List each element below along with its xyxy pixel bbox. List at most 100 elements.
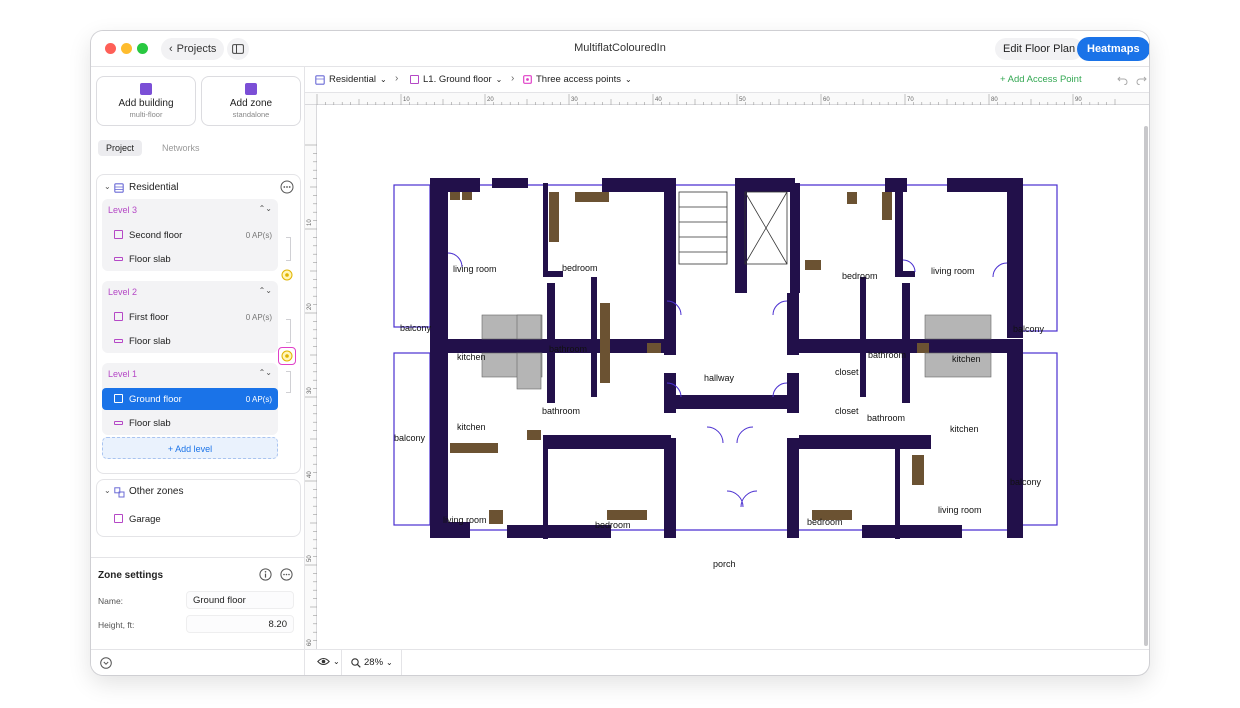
room-label: balcony bbox=[1010, 477, 1042, 487]
ruler-label: 40 bbox=[307, 471, 313, 478]
zone-item-garage[interactable]: Garage bbox=[102, 508, 278, 530]
room-label: bedroom bbox=[842, 271, 878, 281]
floor-icon bbox=[114, 394, 123, 403]
room-label: kitchen bbox=[457, 352, 486, 362]
level-connector bbox=[286, 319, 291, 343]
level-title: Level 2 bbox=[108, 287, 138, 297]
vertical-ruler: 10 20 30 40 50 60 bbox=[305, 105, 317, 649]
floor-plan-canvas[interactable]: living room bedroom bedroom living room … bbox=[317, 105, 1149, 649]
vertical-scrollbar[interactable] bbox=[1144, 126, 1148, 646]
residential-building-card: ⌄ Residential Level 3 ⌃⌄ Second floor 0 … bbox=[96, 174, 301, 474]
ruler-label: 10 bbox=[403, 97, 410, 103]
room-label: bedroom bbox=[562, 263, 598, 273]
add-zone-button[interactable]: Add zone standalone bbox=[201, 76, 301, 126]
zoom-menu-button[interactable]: 28% ⌄ bbox=[351, 657, 393, 668]
building-icon bbox=[114, 183, 124, 193]
info-icon[interactable] bbox=[259, 568, 272, 581]
ruler-label: 90 bbox=[1075, 97, 1082, 103]
building-icon bbox=[140, 83, 152, 95]
floor-icon bbox=[114, 312, 123, 321]
more-options-icon[interactable] bbox=[280, 180, 294, 194]
sidebar-footer bbox=[91, 649, 305, 675]
horizontal-ruler: 10 20 30 40 50 60 70 80 90 bbox=[305, 93, 1149, 106]
name-label: Name: bbox=[98, 596, 124, 606]
level-item-floor-slab[interactable]: Floor slab bbox=[102, 412, 278, 434]
zone-icon bbox=[114, 514, 123, 523]
tab-networks[interactable]: Networks bbox=[154, 140, 208, 156]
room-label: living room bbox=[443, 515, 487, 525]
add-access-point-button[interactable]: + Add Access Point bbox=[1000, 74, 1082, 85]
zone-settings-panel: Zone settings Name: Ground floor Height,… bbox=[91, 557, 305, 641]
chevron-down-icon[interactable]: ⌄ bbox=[104, 486, 111, 495]
zone-height-field[interactable]: 8.20 bbox=[186, 615, 294, 633]
edit-floor-plan-button[interactable]: Edit Floor Plan bbox=[995, 38, 1084, 60]
level-title: Level 1 bbox=[108, 369, 138, 379]
ruler-label: 60 bbox=[823, 97, 830, 103]
breadcrumb-separator-icon: › bbox=[395, 73, 399, 84]
level-connector bbox=[286, 237, 291, 261]
breadcrumb-scenario[interactable]: Three access points ⌄ bbox=[523, 74, 632, 85]
undo-icon[interactable] bbox=[1117, 75, 1128, 85]
room-label: balcony bbox=[1013, 324, 1045, 334]
sidebar: Add building multi-floor Add zone standa… bbox=[91, 67, 305, 675]
reorder-icon[interactable]: ⌃⌄ bbox=[259, 286, 272, 295]
add-level-button[interactable]: + Add level bbox=[102, 437, 278, 459]
ruler-label: 30 bbox=[307, 387, 313, 394]
room-label: porch bbox=[713, 559, 736, 569]
room-label: hallway bbox=[704, 373, 735, 383]
access-point-icon bbox=[523, 75, 532, 84]
level-item-floor-slab[interactable]: Floor slab bbox=[102, 248, 278, 270]
room-label: living room bbox=[931, 266, 975, 276]
reorder-icon[interactable]: ⌃⌄ bbox=[259, 204, 272, 213]
add-building-button[interactable]: Add building multi-floor bbox=[96, 76, 196, 126]
room-label: living room bbox=[453, 264, 497, 274]
room-label: balcony bbox=[394, 433, 426, 443]
stairs-marker-icon bbox=[281, 350, 293, 362]
chevron-down-icon: ⌄ bbox=[380, 75, 387, 84]
room-label: kitchen bbox=[952, 354, 981, 364]
level-item-first-floor[interactable]: First floor 0 AP(s) bbox=[102, 306, 278, 328]
more-options-icon[interactable] bbox=[280, 568, 293, 581]
heatmaps-button[interactable]: Heatmaps › bbox=[1077, 37, 1149, 79]
redo-icon[interactable] bbox=[1136, 75, 1147, 85]
ruler-label: 20 bbox=[307, 303, 313, 310]
room-label: closet bbox=[835, 406, 859, 416]
chevron-down-icon: ⌄ bbox=[495, 75, 503, 84]
room-label: bathroom bbox=[867, 413, 905, 423]
tab-project[interactable]: Project bbox=[98, 140, 143, 156]
collapse-chevron-icon[interactable] bbox=[100, 657, 112, 669]
zoom-level: 28% bbox=[364, 657, 384, 668]
magnifier-icon bbox=[351, 657, 361, 668]
breadcrumb: Residential ⌄ › L1. Ground floor ⌄ › Thr… bbox=[305, 67, 1149, 93]
zone-icon bbox=[245, 83, 257, 95]
visibility-menu-button[interactable]: ⌄ bbox=[317, 657, 340, 666]
level-item-ground-floor[interactable]: Ground floor 0 AP(s) bbox=[102, 388, 278, 410]
level-item-second-floor[interactable]: Second floor 0 AP(s) bbox=[102, 224, 278, 246]
ruler-label: 40 bbox=[655, 97, 662, 103]
window-title: MultiflatColouredIn bbox=[574, 42, 666, 54]
building-icon bbox=[315, 74, 325, 85]
floor-plan[interactable]: living room bedroom bedroom living room … bbox=[317, 105, 1149, 649]
room-label: bathroom bbox=[868, 350, 906, 360]
ruler-label: 60 bbox=[307, 639, 313, 646]
room-label: balcony bbox=[400, 323, 432, 333]
breadcrumb-separator-icon: › bbox=[511, 73, 515, 84]
height-label: Height, ft: bbox=[98, 620, 135, 630]
room-label: closet bbox=[835, 367, 859, 377]
building-name: Residential bbox=[129, 182, 179, 193]
zone-name-field[interactable]: Ground floor bbox=[186, 591, 294, 609]
breadcrumb-floor[interactable]: L1. Ground floor ⌄ bbox=[410, 74, 502, 85]
breadcrumb-building[interactable]: Residential ⌄ bbox=[315, 74, 387, 85]
ruler-ticks: 10 20 30 40 50 60 bbox=[305, 144, 317, 646]
room-label: kitchen bbox=[950, 424, 979, 434]
stairs-marker-icon[interactable] bbox=[281, 269, 293, 281]
level-item-floor-slab[interactable]: Floor slab bbox=[102, 330, 278, 352]
reorder-icon[interactable]: ⌃⌄ bbox=[259, 368, 272, 377]
room-label: bathroom bbox=[542, 406, 580, 416]
chevron-down-icon[interactable]: ⌄ bbox=[104, 182, 111, 191]
slab-icon bbox=[114, 421, 123, 425]
level-2-block: Level 2 ⌃⌄ First floor 0 AP(s) Floor sla… bbox=[102, 281, 278, 353]
other-zones-card: ⌄ Other zones Garage bbox=[96, 479, 301, 537]
selected-stairs-marker[interactable] bbox=[278, 347, 296, 365]
ruler-label: 50 bbox=[307, 555, 313, 562]
